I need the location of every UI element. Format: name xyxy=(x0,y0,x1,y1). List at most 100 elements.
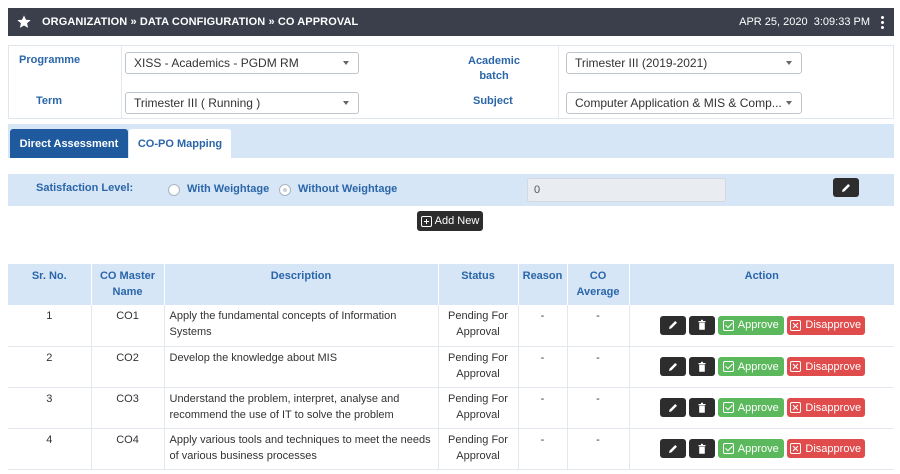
disapprove-button[interactable]: Disapprove xyxy=(786,398,865,417)
term-label: Term xyxy=(36,95,63,107)
header-action: Action xyxy=(629,264,894,305)
status-line2: Approval xyxy=(456,367,500,380)
tab-co-po-mapping[interactable]: CO-PO Mapping xyxy=(129,129,231,158)
approve-button[interactable]: Approve xyxy=(717,439,784,458)
cell-reason: - xyxy=(518,305,568,347)
header-description: Description xyxy=(164,264,439,305)
chevron-down-icon xyxy=(343,61,349,65)
cell-co-master-name: CO1 xyxy=(91,305,165,347)
disapprove-label: Disapprove xyxy=(805,401,862,414)
star-icon[interactable] xyxy=(16,14,32,30)
pencil-icon xyxy=(668,321,677,330)
add-new-label: Add New xyxy=(434,215,480,227)
disapprove-button[interactable]: Disapprove xyxy=(786,315,865,335)
status-line1: Pending For xyxy=(448,310,508,322)
with-weightage-label[interactable]: With Weightage xyxy=(187,183,269,195)
pencil-icon xyxy=(668,444,677,453)
approve-button[interactable]: Approve xyxy=(717,398,784,417)
status-line2: Approval xyxy=(456,449,500,462)
cell-status: Pending For Approval xyxy=(438,305,519,347)
close-icon xyxy=(790,402,802,413)
disapprove-label: Disapprove xyxy=(805,442,862,455)
edit-row-button[interactable] xyxy=(659,315,686,335)
datetime: APR 25, 2020 3:09:33 PM xyxy=(739,16,870,28)
academic-batch-label-line2: batch xyxy=(479,70,509,82)
cell-actions: Approve Disapprove xyxy=(629,428,894,470)
trash-icon xyxy=(698,361,706,372)
pencil-icon xyxy=(668,403,677,412)
approve-button[interactable]: Approve xyxy=(717,315,784,335)
table-header-row: Sr. No. CO Master Name Description Status… xyxy=(8,264,894,305)
date-text: APR 25, 2020 xyxy=(739,16,808,28)
header-reason: Reason xyxy=(518,264,568,305)
delete-row-button[interactable] xyxy=(688,315,715,335)
chevron-down-icon xyxy=(786,61,792,65)
term-select[interactable]: Trimester III ( Running ) xyxy=(125,92,359,114)
check-icon xyxy=(722,443,734,454)
edit-satisfaction-button[interactable] xyxy=(833,178,859,197)
filter-panel: Programme XISS - Academics - PGDM RM Aca… xyxy=(8,45,894,119)
cell-reason: - xyxy=(518,387,568,429)
add-new-button[interactable]: Add New xyxy=(417,211,483,231)
academic-batch-select[interactable]: Trimester III (2019-2021) xyxy=(566,52,802,74)
status-line1: Pending For xyxy=(448,351,508,364)
subject-value: Computer Application & MIS & Comp... xyxy=(575,96,782,110)
delete-row-button[interactable] xyxy=(688,439,715,458)
delete-row-button[interactable] xyxy=(688,398,715,417)
cell-status: Pending For Approval xyxy=(438,346,519,388)
chevron-down-icon xyxy=(786,101,792,105)
header-co-master-line2: Name xyxy=(112,286,143,298)
check-icon xyxy=(722,319,734,331)
cell-description: Understand the problem, interpret, analy… xyxy=(164,387,439,429)
cell-reason: - xyxy=(518,346,568,388)
with-weightage-radio[interactable] xyxy=(168,184,180,196)
satisfaction-value-field[interactable]: 0 xyxy=(527,178,726,202)
approve-label: Approve xyxy=(737,442,779,455)
cell-co-master-name: CO2 xyxy=(91,346,165,388)
co-table: Sr. No. CO Master Name Description Status… xyxy=(8,264,894,470)
cell-sr-no: 1 xyxy=(8,305,92,347)
edit-row-button[interactable] xyxy=(659,439,686,458)
cell-sr-no: 4 xyxy=(8,428,92,470)
trash-icon xyxy=(698,320,706,331)
subject-select[interactable]: Computer Application & MIS & Comp... xyxy=(566,92,802,114)
time-text: 3:09:33 PM xyxy=(813,16,870,28)
cell-co-average: - xyxy=(567,387,630,429)
cell-actions: Approve Disapprove xyxy=(629,346,894,388)
table-row: 2 CO2 Develop the knowledge about MIS Pe… xyxy=(8,346,894,388)
cell-co-average: - xyxy=(567,346,630,388)
cell-co-average: - xyxy=(567,428,630,470)
subject-label: Subject xyxy=(473,95,513,107)
top-bar: ORGANIZATION » DATA CONFIGURATION » CO A… xyxy=(8,8,894,36)
programme-label: Programme xyxy=(19,54,81,66)
without-weightage-radio[interactable] xyxy=(279,184,291,196)
disapprove-button[interactable]: Disapprove xyxy=(786,439,865,458)
check-icon xyxy=(722,402,734,413)
cell-co-master-name: CO3 xyxy=(91,387,165,429)
disapprove-label: Disapprove xyxy=(805,360,862,373)
header-co-average-line2: Average xyxy=(576,286,620,298)
edit-row-button[interactable] xyxy=(659,398,686,417)
kebab-menu-icon[interactable] xyxy=(878,15,886,29)
tab-direct-assessment[interactable]: Direct Assessment xyxy=(10,129,128,158)
approve-button[interactable]: Approve xyxy=(717,357,784,376)
pencil-icon xyxy=(668,362,677,371)
academic-batch-value: Trimester III (2019-2021) xyxy=(575,56,708,70)
header-co-average-line1: CO xyxy=(589,270,607,282)
cell-sr-no: 2 xyxy=(8,346,92,388)
delete-row-button[interactable] xyxy=(688,357,715,376)
cell-sr-no: 3 xyxy=(8,387,92,429)
edit-row-button[interactable] xyxy=(659,357,686,376)
term-value: Trimester III ( Running ) xyxy=(134,96,261,110)
disapprove-button[interactable]: Disapprove xyxy=(786,357,865,376)
plus-icon xyxy=(420,215,432,227)
divider xyxy=(121,46,122,118)
chevron-down-icon xyxy=(343,101,349,105)
without-weightage-label[interactable]: Without Weightage xyxy=(298,183,397,195)
tab-bar: Direct Assessment CO-PO Mapping xyxy=(8,124,894,158)
cell-status: Pending For Approval xyxy=(438,387,519,429)
satisfaction-label: Satisfaction Level: xyxy=(36,182,134,194)
programme-select[interactable]: XISS - Academics - PGDM RM xyxy=(125,52,359,74)
header-status: Status xyxy=(438,264,519,305)
status-line2: Approval xyxy=(456,326,500,338)
